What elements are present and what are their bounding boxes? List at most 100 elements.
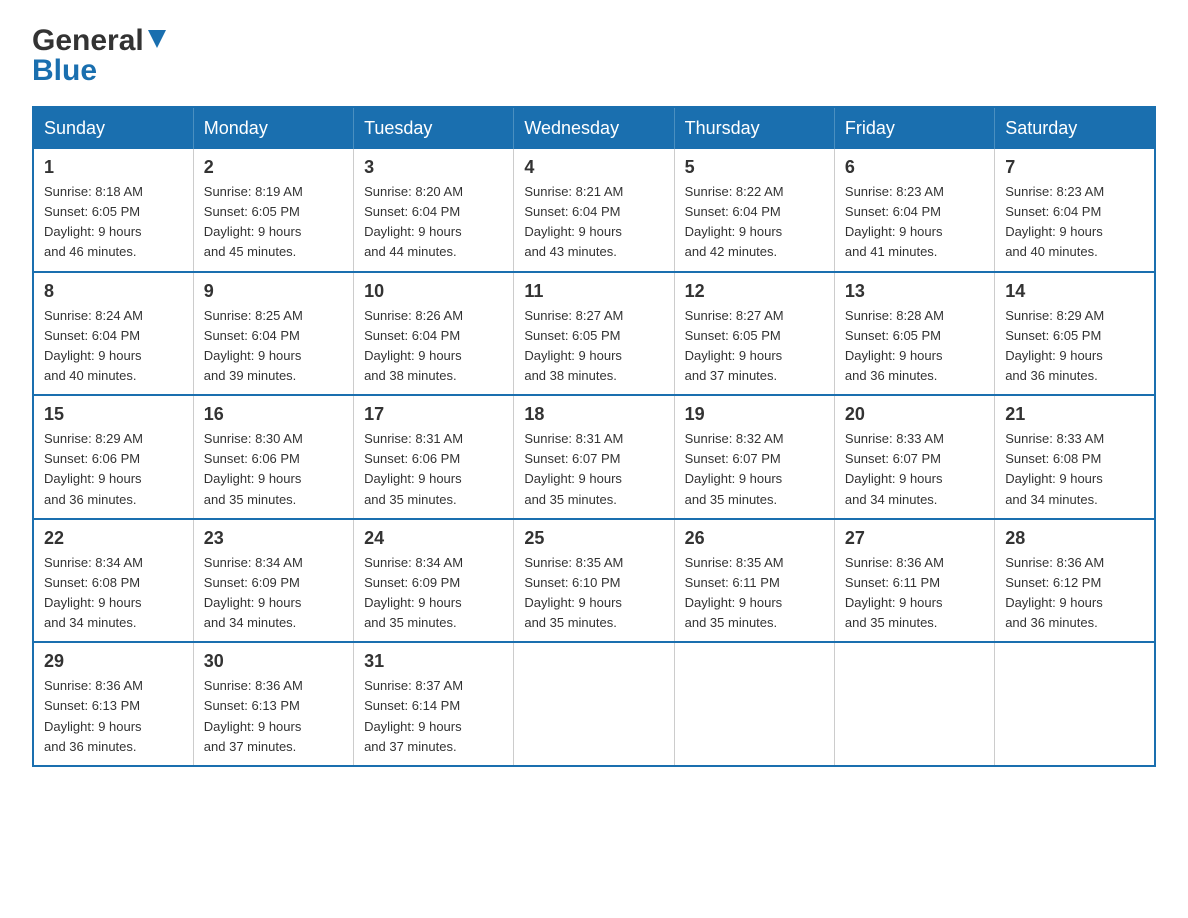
day-info: Sunrise: 8:35 AM Sunset: 6:10 PM Dayligh…	[524, 553, 663, 634]
calendar-day-cell: 23 Sunrise: 8:34 AM Sunset: 6:09 PM Dayl…	[193, 519, 353, 643]
day-info: Sunrise: 8:26 AM Sunset: 6:04 PM Dayligh…	[364, 306, 503, 387]
day-info: Sunrise: 8:36 AM Sunset: 6:13 PM Dayligh…	[204, 676, 343, 757]
day-number: 12	[685, 281, 824, 302]
day-info: Sunrise: 8:30 AM Sunset: 6:06 PM Dayligh…	[204, 429, 343, 510]
logo-blue-text: Blue	[32, 54, 97, 88]
day-info: Sunrise: 8:34 AM Sunset: 6:08 PM Dayligh…	[44, 553, 183, 634]
day-info: Sunrise: 8:36 AM Sunset: 6:11 PM Dayligh…	[845, 553, 984, 634]
day-number: 18	[524, 404, 663, 425]
day-info: Sunrise: 8:36 AM Sunset: 6:12 PM Dayligh…	[1005, 553, 1144, 634]
day-number: 28	[1005, 528, 1144, 549]
calendar-header-row: SundayMondayTuesdayWednesdayThursdayFrid…	[33, 107, 1155, 149]
calendar-day-cell: 3 Sunrise: 8:20 AM Sunset: 6:04 PM Dayli…	[354, 149, 514, 272]
calendar-day-cell: 15 Sunrise: 8:29 AM Sunset: 6:06 PM Dayl…	[33, 395, 193, 519]
day-info: Sunrise: 8:20 AM Sunset: 6:04 PM Dayligh…	[364, 182, 503, 263]
col-header-friday: Friday	[834, 107, 994, 149]
calendar-day-cell: 21 Sunrise: 8:33 AM Sunset: 6:08 PM Dayl…	[995, 395, 1155, 519]
calendar-day-cell: 9 Sunrise: 8:25 AM Sunset: 6:04 PM Dayli…	[193, 272, 353, 396]
day-number: 10	[364, 281, 503, 302]
day-info: Sunrise: 8:29 AM Sunset: 6:05 PM Dayligh…	[1005, 306, 1144, 387]
day-number: 31	[364, 651, 503, 672]
calendar-day-cell: 11 Sunrise: 8:27 AM Sunset: 6:05 PM Dayl…	[514, 272, 674, 396]
day-number: 6	[845, 157, 984, 178]
logo-general-text: General	[32, 24, 144, 58]
day-number: 15	[44, 404, 183, 425]
day-number: 22	[44, 528, 183, 549]
calendar-day-cell: 28 Sunrise: 8:36 AM Sunset: 6:12 PM Dayl…	[995, 519, 1155, 643]
calendar-week-row: 29 Sunrise: 8:36 AM Sunset: 6:13 PM Dayl…	[33, 642, 1155, 766]
day-info: Sunrise: 8:21 AM Sunset: 6:04 PM Dayligh…	[524, 182, 663, 263]
day-info: Sunrise: 8:27 AM Sunset: 6:05 PM Dayligh…	[524, 306, 663, 387]
calendar-day-cell: 31 Sunrise: 8:37 AM Sunset: 6:14 PM Dayl…	[354, 642, 514, 766]
day-number: 17	[364, 404, 503, 425]
day-number: 24	[364, 528, 503, 549]
day-info: Sunrise: 8:33 AM Sunset: 6:07 PM Dayligh…	[845, 429, 984, 510]
day-info: Sunrise: 8:33 AM Sunset: 6:08 PM Dayligh…	[1005, 429, 1144, 510]
calendar-day-cell: 17 Sunrise: 8:31 AM Sunset: 6:06 PM Dayl…	[354, 395, 514, 519]
day-number: 30	[204, 651, 343, 672]
col-header-thursday: Thursday	[674, 107, 834, 149]
day-info: Sunrise: 8:36 AM Sunset: 6:13 PM Dayligh…	[44, 676, 183, 757]
calendar-day-cell: 12 Sunrise: 8:27 AM Sunset: 6:05 PM Dayl…	[674, 272, 834, 396]
calendar-day-cell: 25 Sunrise: 8:35 AM Sunset: 6:10 PM Dayl…	[514, 519, 674, 643]
day-number: 26	[685, 528, 824, 549]
col-header-wednesday: Wednesday	[514, 107, 674, 149]
col-header-monday: Monday	[193, 107, 353, 149]
calendar-day-cell: 8 Sunrise: 8:24 AM Sunset: 6:04 PM Dayli…	[33, 272, 193, 396]
page-header: General Blue	[32, 24, 1156, 88]
calendar-day-cell: 5 Sunrise: 8:22 AM Sunset: 6:04 PM Dayli…	[674, 149, 834, 272]
day-info: Sunrise: 8:18 AM Sunset: 6:05 PM Dayligh…	[44, 182, 183, 263]
calendar-day-cell: 18 Sunrise: 8:31 AM Sunset: 6:07 PM Dayl…	[514, 395, 674, 519]
day-info: Sunrise: 8:31 AM Sunset: 6:06 PM Dayligh…	[364, 429, 503, 510]
calendar-day-cell: 16 Sunrise: 8:30 AM Sunset: 6:06 PM Dayl…	[193, 395, 353, 519]
calendar-week-row: 8 Sunrise: 8:24 AM Sunset: 6:04 PM Dayli…	[33, 272, 1155, 396]
calendar-day-cell: 27 Sunrise: 8:36 AM Sunset: 6:11 PM Dayl…	[834, 519, 994, 643]
day-number: 25	[524, 528, 663, 549]
day-number: 4	[524, 157, 663, 178]
calendar-day-cell: 13 Sunrise: 8:28 AM Sunset: 6:05 PM Dayl…	[834, 272, 994, 396]
day-info: Sunrise: 8:28 AM Sunset: 6:05 PM Dayligh…	[845, 306, 984, 387]
day-number: 27	[845, 528, 984, 549]
calendar-day-cell: 4 Sunrise: 8:21 AM Sunset: 6:04 PM Dayli…	[514, 149, 674, 272]
calendar-day-cell: 26 Sunrise: 8:35 AM Sunset: 6:11 PM Dayl…	[674, 519, 834, 643]
day-number: 20	[845, 404, 984, 425]
calendar-day-cell: 6 Sunrise: 8:23 AM Sunset: 6:04 PM Dayli…	[834, 149, 994, 272]
calendar-day-cell: 22 Sunrise: 8:34 AM Sunset: 6:08 PM Dayl…	[33, 519, 193, 643]
day-info: Sunrise: 8:23 AM Sunset: 6:04 PM Dayligh…	[845, 182, 984, 263]
day-info: Sunrise: 8:24 AM Sunset: 6:04 PM Dayligh…	[44, 306, 183, 387]
day-info: Sunrise: 8:19 AM Sunset: 6:05 PM Dayligh…	[204, 182, 343, 263]
calendar-empty-cell	[995, 642, 1155, 766]
day-number: 8	[44, 281, 183, 302]
calendar-week-row: 22 Sunrise: 8:34 AM Sunset: 6:08 PM Dayl…	[33, 519, 1155, 643]
day-info: Sunrise: 8:35 AM Sunset: 6:11 PM Dayligh…	[685, 553, 824, 634]
day-number: 16	[204, 404, 343, 425]
col-header-tuesday: Tuesday	[354, 107, 514, 149]
day-number: 9	[204, 281, 343, 302]
day-number: 21	[1005, 404, 1144, 425]
calendar-day-cell: 20 Sunrise: 8:33 AM Sunset: 6:07 PM Dayl…	[834, 395, 994, 519]
calendar-day-cell: 19 Sunrise: 8:32 AM Sunset: 6:07 PM Dayl…	[674, 395, 834, 519]
day-number: 23	[204, 528, 343, 549]
day-number: 2	[204, 157, 343, 178]
calendar-day-cell: 29 Sunrise: 8:36 AM Sunset: 6:13 PM Dayl…	[33, 642, 193, 766]
calendar-empty-cell	[674, 642, 834, 766]
calendar-week-row: 1 Sunrise: 8:18 AM Sunset: 6:05 PM Dayli…	[33, 149, 1155, 272]
calendar-day-cell: 1 Sunrise: 8:18 AM Sunset: 6:05 PM Dayli…	[33, 149, 193, 272]
day-info: Sunrise: 8:29 AM Sunset: 6:06 PM Dayligh…	[44, 429, 183, 510]
col-header-saturday: Saturday	[995, 107, 1155, 149]
calendar-day-cell: 10 Sunrise: 8:26 AM Sunset: 6:04 PM Dayl…	[354, 272, 514, 396]
calendar-empty-cell	[514, 642, 674, 766]
day-info: Sunrise: 8:27 AM Sunset: 6:05 PM Dayligh…	[685, 306, 824, 387]
calendar-day-cell: 24 Sunrise: 8:34 AM Sunset: 6:09 PM Dayl…	[354, 519, 514, 643]
day-info: Sunrise: 8:37 AM Sunset: 6:14 PM Dayligh…	[364, 676, 503, 757]
day-info: Sunrise: 8:31 AM Sunset: 6:07 PM Dayligh…	[524, 429, 663, 510]
calendar-day-cell: 7 Sunrise: 8:23 AM Sunset: 6:04 PM Dayli…	[995, 149, 1155, 272]
calendar-day-cell: 2 Sunrise: 8:19 AM Sunset: 6:05 PM Dayli…	[193, 149, 353, 272]
day-info: Sunrise: 8:23 AM Sunset: 6:04 PM Dayligh…	[1005, 182, 1144, 263]
day-info: Sunrise: 8:34 AM Sunset: 6:09 PM Dayligh…	[204, 553, 343, 634]
day-number: 29	[44, 651, 183, 672]
day-number: 1	[44, 157, 183, 178]
day-number: 7	[1005, 157, 1144, 178]
day-number: 13	[845, 281, 984, 302]
logo-triangle-icon	[146, 28, 168, 50]
